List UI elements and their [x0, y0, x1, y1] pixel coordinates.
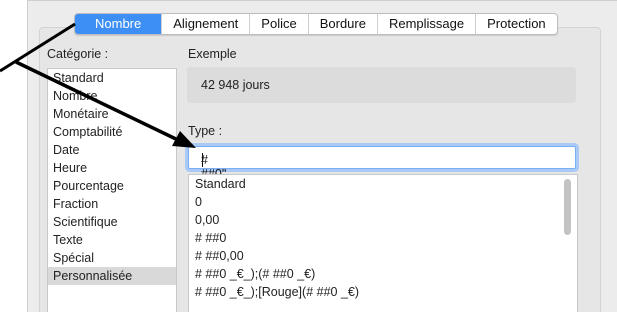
format-list-scrollbar[interactable]	[564, 179, 571, 235]
tab-bordure[interactable]: Bordure	[307, 14, 377, 34]
tab-bar: Nombre Alignement Police Bordure Remplis…	[74, 13, 558, 35]
type-input[interactable]: # ##0" jours"	[188, 146, 576, 195]
format-item[interactable]: # ##0 _€_);[Rouge](# ##0 _€)	[189, 283, 577, 301]
category-item-monetaire[interactable]: Monétaire	[48, 105, 176, 123]
category-item-nombre[interactable]: Nombre	[48, 87, 176, 105]
category-list[interactable]: Standard Nombre Monétaire Comptabilité D…	[47, 68, 177, 312]
sample-box: 42 948 jours	[187, 67, 576, 103]
format-item[interactable]: Standard	[189, 175, 577, 193]
sample-value: 42 948 jours	[201, 78, 270, 92]
tab-police[interactable]: Police	[249, 14, 307, 34]
text-caret	[202, 153, 203, 167]
tab-alignement[interactable]: Alignement	[161, 14, 249, 34]
category-label: Catégorie :	[47, 47, 109, 61]
category-item-comptabilite[interactable]: Comptabilité	[48, 123, 176, 141]
category-item-special[interactable]: Spécial	[48, 249, 176, 267]
format-item[interactable]: # ##0	[189, 229, 577, 247]
format-item[interactable]: 0	[189, 193, 577, 211]
type-label: Type :	[188, 124, 223, 138]
format-item[interactable]: # ##0,00	[189, 247, 577, 265]
tab-protection[interactable]: Protection	[475, 14, 557, 34]
format-item[interactable]: 0,00	[189, 211, 577, 229]
tab-nombre[interactable]: Nombre	[75, 14, 162, 34]
category-item-pourcentage[interactable]: Pourcentage	[48, 177, 176, 195]
sample-label: Exemple	[188, 47, 237, 61]
tab-remplissage[interactable]: Remplissage	[376, 14, 475, 34]
category-item-standard[interactable]: Standard	[48, 69, 176, 87]
category-item-fraction[interactable]: Fraction	[48, 195, 176, 213]
format-list[interactable]: Standard 0 0,00 # ##0 # ##0,00 # ##0 _€_…	[188, 174, 578, 312]
category-item-scientifique[interactable]: Scientifique	[48, 213, 176, 231]
category-item-date[interactable]: Date	[48, 141, 176, 159]
category-item-texte[interactable]: Texte	[48, 231, 176, 249]
format-item[interactable]: # ##0 _€_);(# ##0 _€)	[189, 265, 577, 283]
category-item-personnalisee[interactable]: Personnalisée	[48, 267, 176, 285]
category-item-heure[interactable]: Heure	[48, 159, 176, 177]
